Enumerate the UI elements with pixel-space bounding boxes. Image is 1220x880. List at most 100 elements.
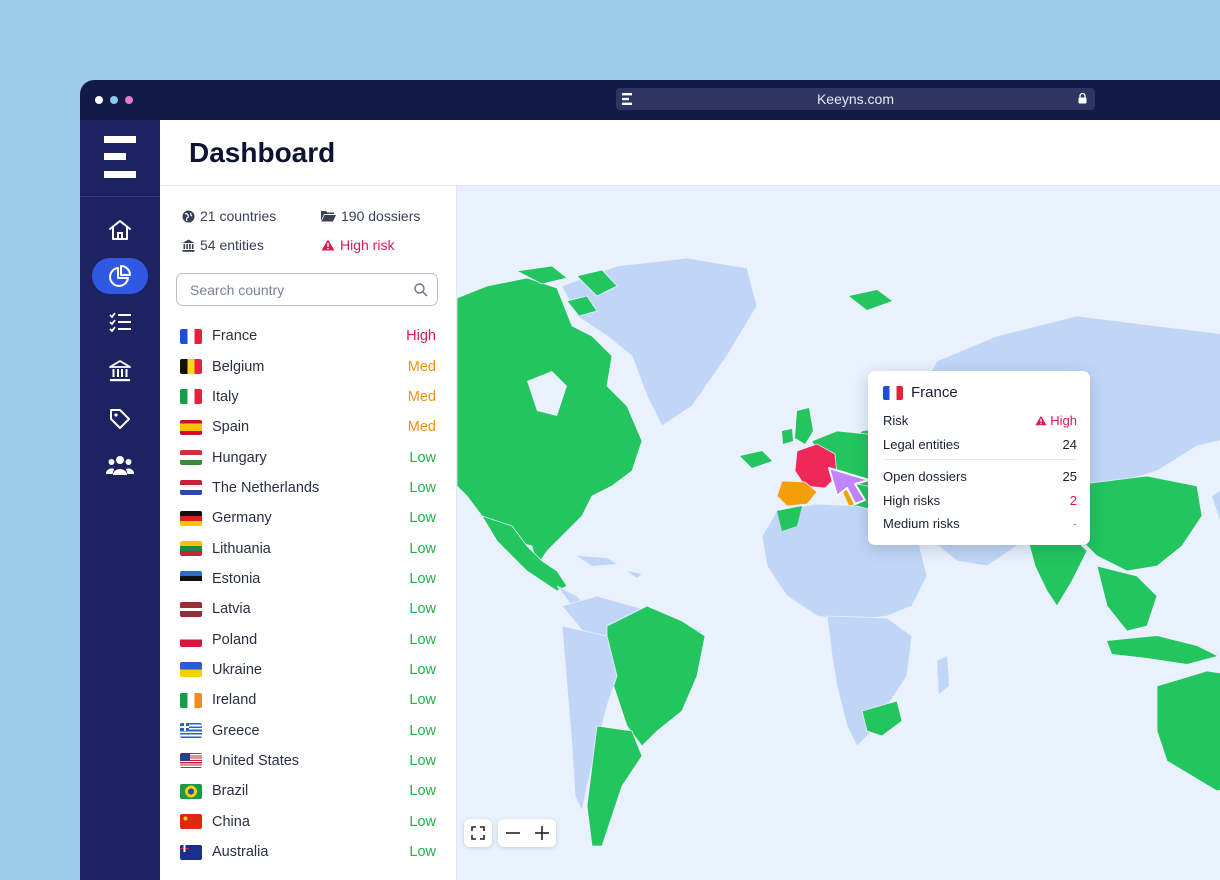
- nav-tags[interactable]: [92, 401, 148, 437]
- stat-dossiers-text: 190 dossiers: [341, 208, 421, 224]
- country-row[interactable]: Spain Med: [180, 412, 436, 442]
- tooltip-divider: [883, 459, 1077, 460]
- tooltip-dossiers-row: Open dossiers 25: [883, 469, 1077, 484]
- nav-home[interactable]: [92, 212, 148, 248]
- url-bar[interactable]: Keeyns.com: [616, 88, 1095, 110]
- map-svalbard[interactable]: [849, 290, 892, 310]
- url-text: Keeyns.com: [816, 91, 895, 107]
- search-box[interactable]: [176, 273, 438, 306]
- nav-users[interactable]: [92, 447, 148, 483]
- tooltip-dossiers-label: Open dossiers: [883, 469, 967, 484]
- risk-level: Low: [409, 510, 436, 527]
- warning-icon: [1035, 415, 1047, 426]
- nav-entities[interactable]: [92, 353, 148, 389]
- nav-dashboard[interactable]: [92, 258, 148, 294]
- map-caribbean[interactable]: [577, 556, 642, 578]
- search-input[interactable]: [188, 281, 412, 299]
- zoom-in-button[interactable]: [527, 819, 556, 847]
- country-name: The Netherlands: [212, 479, 320, 496]
- country-row[interactable]: Brazil Low: [180, 776, 436, 806]
- country-row[interactable]: China Low: [180, 807, 436, 837]
- country-row[interactable]: Poland Low: [180, 624, 436, 654]
- keeyns-logo[interactable]: [104, 136, 136, 178]
- map-southeast-asia[interactable]: [1096, 565, 1158, 632]
- tooltip-medium-label: Medium risks: [883, 516, 960, 531]
- tooltip-header: France: [883, 384, 958, 401]
- tooltip-risk-label: Risk: [883, 413, 909, 428]
- lock-icon: [1078, 93, 1087, 104]
- country-row[interactable]: The Netherlands Low: [180, 473, 436, 503]
- flag-icon: [180, 753, 202, 769]
- risk-level: Low: [409, 752, 436, 769]
- risk-level: Low: [409, 570, 436, 587]
- window-dot-blue[interactable]: [110, 96, 118, 104]
- world-map[interactable]: [457, 186, 1220, 880]
- country-row[interactable]: Italy Med: [180, 382, 436, 412]
- map-brazil[interactable]: [606, 605, 706, 747]
- world-map-svg[interactable]: [457, 186, 1220, 880]
- country-row[interactable]: United States Low: [180, 746, 436, 776]
- tooltip-high-label: High risks: [883, 493, 941, 508]
- country-name: Greece: [212, 722, 260, 739]
- nav-tasks[interactable]: [92, 304, 148, 340]
- country-row[interactable]: France High: [180, 321, 436, 351]
- stat-high-risk-text: High risk: [340, 237, 395, 253]
- country-name: Ireland: [212, 692, 257, 709]
- flag-france-icon: [883, 385, 903, 400]
- warning-icon: [321, 239, 335, 251]
- stat-high-risk[interactable]: High risk: [321, 237, 394, 253]
- window-dot-white[interactable]: [95, 96, 103, 104]
- minus-icon: [505, 832, 520, 834]
- country-row[interactable]: Estonia Low: [180, 564, 436, 594]
- country-row[interactable]: Ireland Low: [180, 685, 436, 715]
- zoom-out-button[interactable]: [498, 819, 527, 847]
- map-iceland[interactable]: [740, 451, 772, 468]
- stat-dossiers: 190 dossiers: [321, 208, 420, 224]
- map-madagascar[interactable]: [937, 656, 949, 694]
- risk-level: Low: [409, 722, 436, 739]
- country-row[interactable]: Australia Low: [180, 837, 436, 867]
- country-name: Latvia: [212, 601, 251, 618]
- country-tooltip: France Risk High Legal entities 24 Open …: [868, 371, 1090, 545]
- risk-level: Med: [407, 358, 436, 375]
- page-header: Dashboard: [160, 120, 1220, 186]
- map-ireland[interactable]: [782, 429, 793, 444]
- window-dot-pink[interactable]: [125, 96, 133, 104]
- risk-level: Low: [409, 540, 436, 557]
- country-name: Hungary: [212, 449, 267, 466]
- flag-icon: [180, 450, 202, 466]
- flag-icon: [180, 419, 202, 435]
- plus-icon: [534, 826, 549, 840]
- risk-level: Med: [407, 388, 436, 405]
- risk-level: Low: [409, 601, 436, 618]
- country-row[interactable]: Greece Low: [180, 715, 436, 745]
- country-row[interactable]: Hungary Low: [180, 442, 436, 472]
- map-argentina[interactable]: [586, 725, 643, 847]
- risk-level: Low: [409, 783, 436, 800]
- country-name: Germany: [212, 510, 272, 527]
- search-icon[interactable]: [414, 283, 428, 297]
- checklist-icon: [109, 312, 131, 333]
- country-panel: 21 countries 190 dossiers 54 entities Hi…: [160, 186, 457, 880]
- country-row[interactable]: Latvia Low: [180, 594, 436, 624]
- map-indonesia[interactable]: [1107, 636, 1217, 664]
- country-name: United States: [212, 752, 300, 769]
- country-name: Spain: [212, 419, 250, 436]
- country-row[interactable]: Lithuania Low: [180, 533, 436, 563]
- tooltip-legal-label: Legal entities: [883, 437, 960, 452]
- stat-entities: 54 entities: [182, 237, 264, 253]
- tooltip-high-value: 2: [1069, 493, 1077, 508]
- map-japan[interactable]: [1212, 486, 1220, 526]
- fullscreen-button[interactable]: [464, 819, 492, 847]
- menu-icon[interactable]: [622, 93, 632, 105]
- country-row[interactable]: Germany Low: [180, 503, 436, 533]
- zoom-controls: [498, 819, 556, 847]
- risk-level: Med: [407, 419, 436, 436]
- country-row[interactable]: Ukraine Low: [180, 655, 436, 685]
- flag-icon: [180, 844, 202, 860]
- map-uk[interactable]: [795, 408, 813, 444]
- sidebar-divider: [80, 196, 160, 197]
- map-australia[interactable]: [1156, 670, 1220, 792]
- risk-level: Low: [409, 631, 436, 648]
- country-row[interactable]: Belgium Med: [180, 351, 436, 381]
